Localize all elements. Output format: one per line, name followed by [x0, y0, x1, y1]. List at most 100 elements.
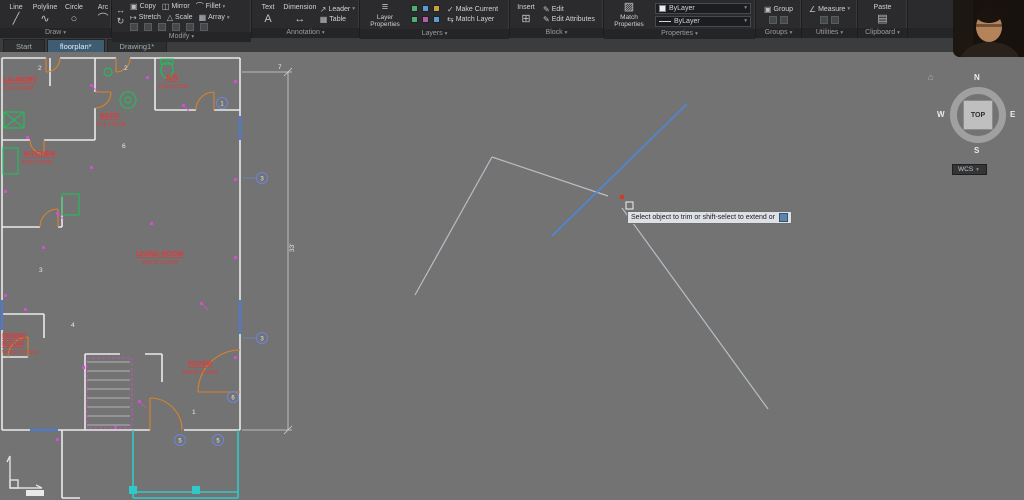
dimension-line[interactable]	[242, 67, 293, 435]
edit-attributes-button[interactable]: ✎ Edit Attributes	[543, 15, 595, 24]
group-button[interactable]: ▣ Group	[764, 5, 793, 14]
tab-start[interactable]: Start	[3, 39, 45, 52]
leader-button[interactable]: ↗ Leader ▾	[320, 5, 355, 14]
offset-icon[interactable]	[172, 23, 180, 31]
stairs-treads[interactable]	[87, 361, 130, 426]
step-landing[interactable]	[26, 490, 44, 496]
polyline-tool-button[interactable]: Polyline ∿	[33, 4, 58, 25]
layer-unisolate-icon[interactable]	[422, 15, 429, 23]
panel-title-clipboard[interactable]: Clipboard ▾	[858, 28, 907, 38]
chamfer-icon[interactable]	[186, 23, 194, 31]
mark-4[interactable]: 3	[39, 267, 43, 274]
room-floor-dining[interactable]: WOOD FLOOR	[2, 350, 38, 356]
construction-line-1[interactable]	[414, 156, 493, 296]
table-button[interactable]: ▦ Table	[320, 15, 355, 24]
dimension-text-top[interactable]: 7	[278, 64, 282, 71]
panel-title-modify[interactable]: Modify ▾	[112, 32, 251, 42]
construction-line-3[interactable]	[621, 207, 769, 410]
line-tool-button[interactable]: Line ╱	[4, 4, 28, 25]
panel-title-layers[interactable]: Layers ▾	[360, 29, 509, 39]
room-label-laundry[interactable]: LAUNDRY	[3, 77, 37, 84]
text-tool-button[interactable]: Text A	[256, 4, 280, 25]
viewcube-top-face[interactable]: TOP	[963, 100, 993, 130]
room-floor-kitchen[interactable]: TILE FLOOR	[22, 160, 53, 166]
room-label-living[interactable]: LIVING ROOM	[136, 251, 183, 258]
layer-freeze-icon[interactable]	[422, 4, 429, 12]
drawing-area[interactable]: 1 3 3 6 5 5 2 2 6 3 4 1 LAUNDRY TILE FLO…	[0, 52, 1024, 500]
circle-tool-button[interactable]: Circle ○	[62, 4, 86, 25]
mark-5[interactable]: 4	[71, 322, 75, 329]
explode-icon[interactable]	[144, 23, 152, 31]
viewcube-east[interactable]: E	[1010, 110, 1015, 119]
room-label-kitchen[interactable]: KITCHEN	[24, 151, 55, 158]
object-color-dropdown[interactable]: ByLayer ▾	[655, 2, 751, 14]
layer-on-icon[interactable]	[411, 4, 418, 12]
keynote-bubble-4[interactable]: 6	[231, 396, 235, 402]
paste-button[interactable]: Paste ▤	[871, 4, 895, 25]
layer-isolate-icon[interactable]	[411, 15, 418, 23]
panel-title-properties[interactable]: Properties ▾	[604, 29, 755, 39]
keynote-bubble-5[interactable]: 5	[178, 439, 182, 445]
mark-6[interactable]: 1	[192, 409, 196, 416]
porch-post-1[interactable]	[129, 486, 137, 494]
construction-line-2[interactable]	[491, 156, 609, 197]
tab-floorplan[interactable]: floorplan*	[46, 39, 105, 52]
room-floor-br[interactable]: TILE FLOOR	[158, 84, 189, 90]
fillet-button[interactable]: ⌒ Fillet ▾	[196, 1, 226, 12]
make-current-button[interactable]: ✓ Make Current	[447, 5, 498, 14]
panel-title-draw[interactable]: Draw ▾	[0, 28, 111, 38]
keynote-bubble-6[interactable]: 5	[216, 439, 220, 445]
dimension-text-side[interactable]: 33'	[289, 244, 296, 252]
room-label-br[interactable]: B/R	[166, 75, 178, 82]
insert-block-button[interactable]: Insert ⊞	[514, 4, 538, 25]
linetype-dropdown[interactable]: ByLayer ▾	[655, 15, 751, 27]
scale-button[interactable]: △ Scale	[167, 13, 193, 22]
room-floor-laundry[interactable]: TILE FLOOR	[3, 86, 34, 92]
layer-properties-button[interactable]: ≡ Layer Properties	[364, 1, 406, 28]
copy-button[interactable]: ▣ Copy	[130, 2, 156, 11]
room-label-foyer[interactable]: FOYER	[188, 361, 212, 368]
room-label-dining-2[interactable]: ROOM	[2, 341, 24, 348]
porch-post-2[interactable]	[192, 486, 200, 494]
model-space-canvas[interactable]: 1 3 3 6 5 5 2 2 6 3 4 1 LAUNDRY TILE FLO…	[0, 52, 1024, 500]
move-icon[interactable]: ↔	[116, 6, 125, 15]
mark-3[interactable]: 6	[122, 143, 126, 150]
electrical-ticks[interactable]	[58, 86, 209, 409]
keynote-bubble-1[interactable]: 1	[220, 102, 224, 108]
panel-title-annotation[interactable]: Annotation ▾	[252, 28, 359, 38]
keynote-bubble-2[interactable]: 3	[260, 177, 264, 183]
construction-lines[interactable]	[414, 103, 769, 410]
room-floor-bath[interactable]: TILE FLOOR	[96, 122, 127, 128]
rotate-icon[interactable]: ↻	[117, 17, 125, 26]
viewcube-north[interactable]: N	[974, 73, 980, 82]
measure-button[interactable]: ∠ Measure ▾	[809, 5, 850, 14]
join-icon[interactable]	[200, 23, 208, 31]
stairs-outline[interactable]	[86, 357, 133, 429]
ungroup-icon[interactable]	[769, 15, 777, 24]
room-floor-living[interactable]: WOOD FLOOR	[142, 260, 178, 266]
room-floor-foyer[interactable]: WOOD FLOOR	[182, 370, 218, 376]
mark-1[interactable]: 2	[38, 65, 42, 72]
erase-icon[interactable]	[130, 23, 138, 31]
block-edit-button[interactable]: ✎ Edit	[543, 5, 595, 14]
panel-title-utilities[interactable]: Utilities ▾	[802, 28, 857, 38]
array-button[interactable]: ▦ Array ▾	[199, 13, 230, 22]
dimension-tool-button[interactable]: Dimension ↔	[283, 4, 316, 25]
point-icon[interactable]	[831, 15, 839, 24]
mark-2[interactable]: 2	[124, 65, 128, 72]
wcs-button[interactable]: WCS ▾	[952, 164, 987, 175]
mirror-button[interactable]: ◫ Mirror	[162, 2, 190, 11]
layer-lock-icon[interactable]	[433, 4, 440, 12]
viewcube-home-icon[interactable]: ⌂	[928, 72, 933, 82]
match-properties-button[interactable]: ▨ Match Properties	[608, 1, 650, 28]
room-labels[interactable]: LAUNDRY TILE FLOOR B/R TILE FLOOR BATH T…	[2, 75, 218, 376]
panel-title-block[interactable]: Block ▾	[510, 28, 603, 38]
stretch-button[interactable]: ↦ Stretch	[130, 13, 161, 22]
keynote-bubbles[interactable]: 1 3 3 6 5 5	[174, 97, 268, 446]
viewcube-south[interactable]: S	[974, 146, 979, 155]
trim-icon[interactable]	[158, 23, 166, 31]
keynote-bubble-3[interactable]: 3	[260, 337, 264, 343]
match-layer-button[interactable]: ⇆ Match Layer	[447, 15, 498, 24]
room-label-bath[interactable]: BATH	[100, 113, 119, 120]
room-label-dining-1[interactable]: DINING	[2, 333, 27, 340]
